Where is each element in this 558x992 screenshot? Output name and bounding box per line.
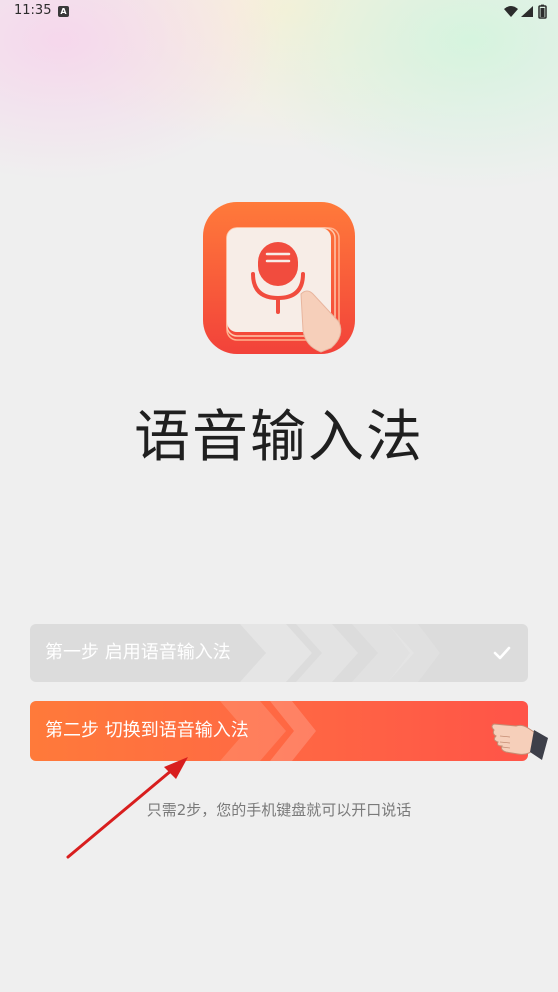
status-icons [504, 4, 547, 19]
chevron-decoration [240, 624, 440, 682]
notification-icon: A [58, 6, 69, 17]
step-1-label: 第一步 启用语音输入法 [45, 642, 231, 663]
step-2-label: 第二步 切换到语音输入法 [45, 720, 249, 741]
wifi-icon [504, 6, 518, 17]
status-bar: 11:35 A [0, 0, 558, 24]
step-2-switch-button[interactable]: 第二步 切换到语音输入法 [30, 701, 528, 761]
app-logo-icon [203, 202, 355, 354]
signal-icon [521, 6, 533, 17]
annotation-arrow [66, 757, 188, 859]
status-time: 11:35 [14, 3, 52, 18]
check-icon [493, 646, 511, 660]
app-title: 语音输入法 [134, 405, 424, 470]
pointing-hand-icon [491, 723, 548, 760]
battery-icon [538, 4, 547, 19]
step-1-enable-button[interactable]: 第一步 启用语音输入法 [30, 624, 528, 682]
